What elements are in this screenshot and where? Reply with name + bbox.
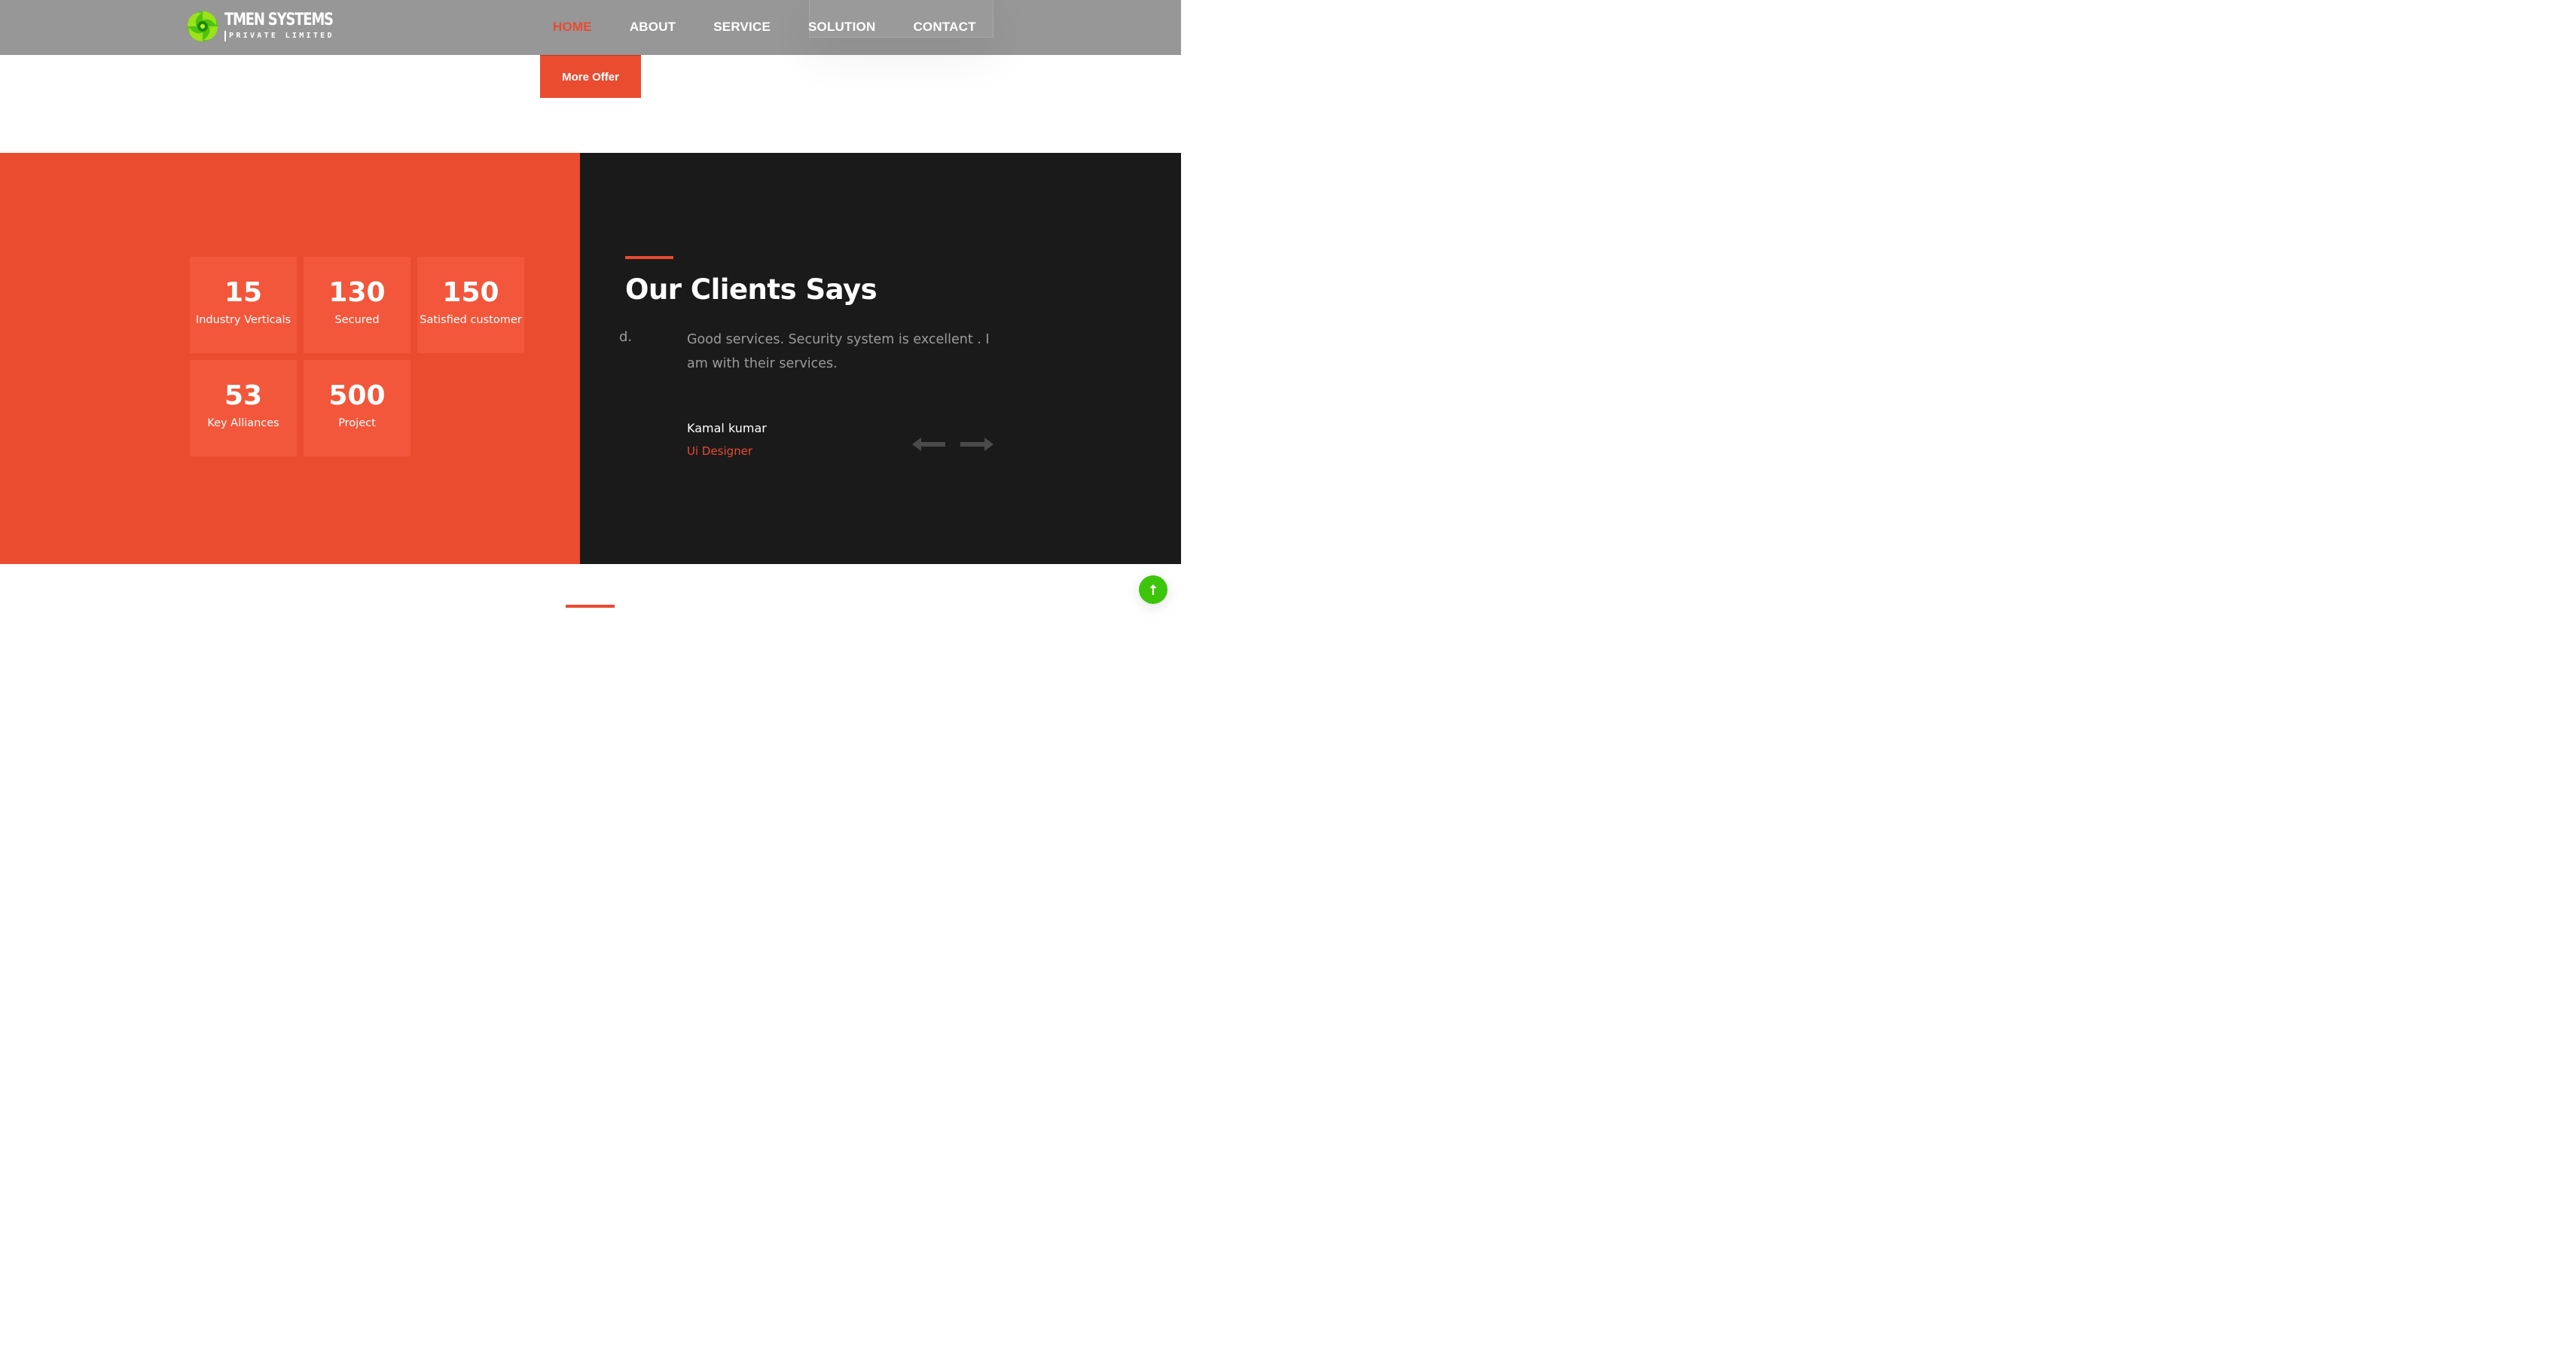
swirl-logo-icon <box>185 9 220 44</box>
stat-value: 130 <box>328 277 386 308</box>
nav-home[interactable]: HOME <box>553 18 592 36</box>
stat-card-satisfied-customer: 150 Satisfied customer <box>417 257 524 353</box>
stat-card-secured: 130 Secured <box>304 257 411 353</box>
stat-label: Key Alliances <box>207 417 279 429</box>
stat-value: 53 <box>224 380 263 411</box>
logo[interactable]: TMEN SYSTEMS PRIVATE LIMITED <box>185 9 356 44</box>
stat-label: Secured <box>334 314 380 326</box>
stat-label: Project <box>338 417 376 429</box>
nav-service[interactable]: SERVICE <box>713 18 771 36</box>
main-nav: HOME ABOUT SERVICE SOLUTION CONTACT <box>553 18 1014 36</box>
arrow-up-icon <box>1149 584 1157 595</box>
nav-solution[interactable]: SOLUTION <box>808 18 875 36</box>
arrow-right-icon[interactable] <box>959 436 993 453</box>
section-accent-bar <box>625 256 673 259</box>
testimonials-section: Our Clients Says d. Good services. Secur… <box>580 153 1181 564</box>
testimonial-quote: Good services. Security system is excell… <box>687 332 990 371</box>
stat-card-key-alliances: 53 Key Alliances <box>190 360 297 456</box>
stat-value: 15 <box>224 277 263 308</box>
stat-card-project: 500 Project <box>304 360 411 456</box>
more-offer-button[interactable]: More Offer <box>540 53 641 98</box>
scroll-to-top-button[interactable] <box>1139 575 1167 604</box>
logo-subtitle: PRIVATE LIMITED <box>224 31 356 41</box>
stats-section: 15 Industry Verticals 130 Secured 150 Sa… <box>0 153 580 564</box>
logo-title: TMEN SYSTEMS <box>224 11 334 29</box>
testimonials-heading: Our Clients Says <box>625 273 877 306</box>
stat-value: 500 <box>328 380 386 411</box>
logo-text: TMEN SYSTEMS PRIVATE LIMITED <box>224 11 356 41</box>
stat-card-industry-verticals: 15 Industry Verticals <box>190 257 297 353</box>
next-section-accent-bar <box>566 605 615 608</box>
nav-contact[interactable]: CONTACT <box>913 18 975 36</box>
testimonial-author: Kamal kumar <box>687 421 767 435</box>
stat-label: Industry Verticals <box>195 314 291 326</box>
stat-label: Satisfied customer <box>420 314 522 326</box>
stat-value: 150 <box>442 277 499 308</box>
arrow-left-icon[interactable] <box>912 436 947 453</box>
testimonial-role: Ui Designer <box>687 444 753 458</box>
heading-bold: Says <box>805 273 877 306</box>
previous-slide-fragment: d. <box>619 329 633 345</box>
site-header: TMEN SYSTEMS PRIVATE LIMITED HOME ABOUT … <box>0 0 1181 55</box>
nav-about[interactable]: ABOUT <box>630 18 676 36</box>
heading-regular: Our Clients <box>625 273 806 306</box>
